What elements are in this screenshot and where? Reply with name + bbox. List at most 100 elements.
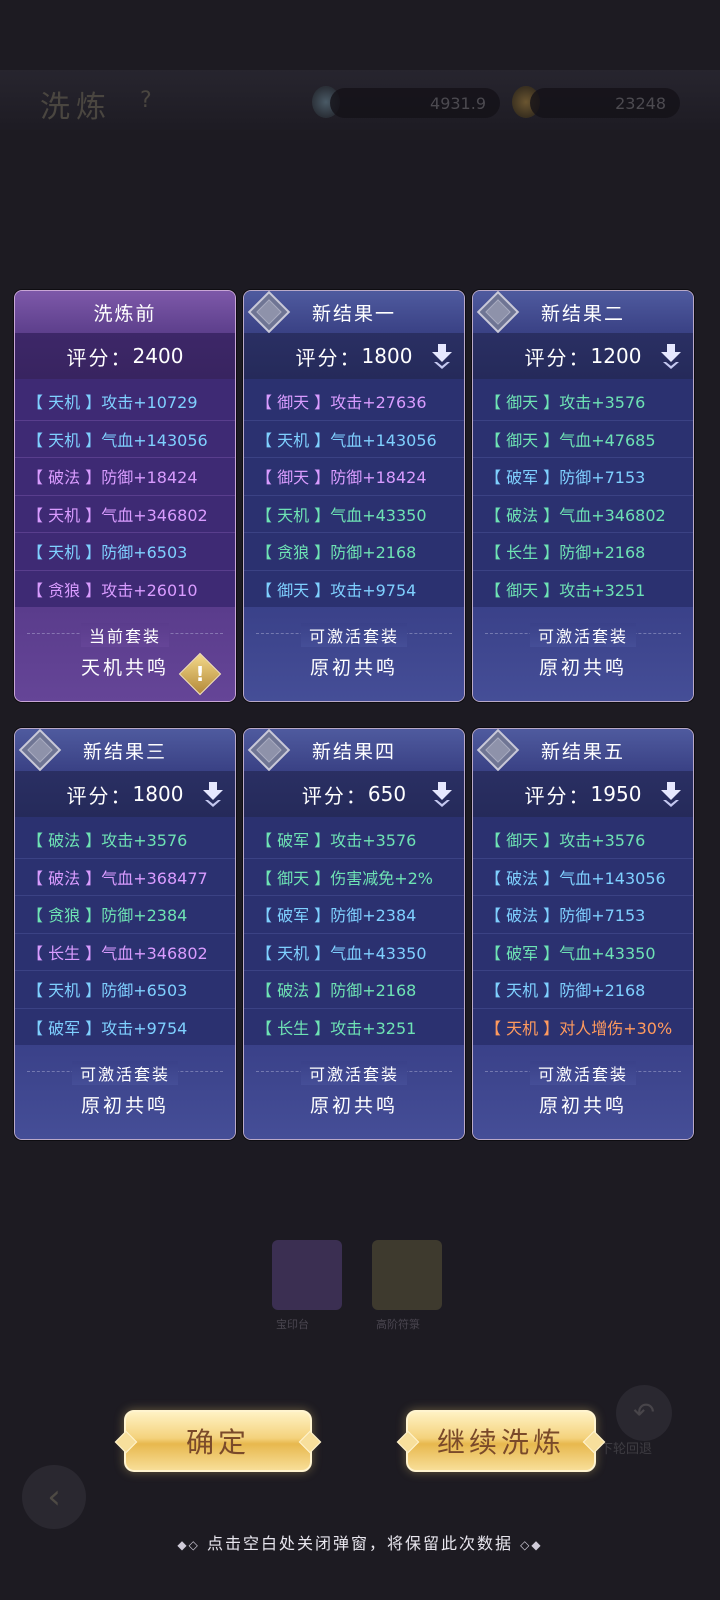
- attribute-value: 气血+143056: [101, 430, 208, 450]
- attribute-tag: 【 天机 】: [27, 430, 102, 450]
- hint-right-ornament-icon: ◇◆: [520, 1538, 543, 1552]
- attribute-value: 防御+2168: [330, 543, 417, 563]
- bg-item-label-b: 高阶符箓: [376, 1318, 420, 1331]
- suit-name: 原初共鸣: [309, 1095, 398, 1117]
- attribute-value: 气血+43350: [330, 943, 427, 963]
- close-hint-text: 点击空白处关闭弹窗，将保留此次数据: [206, 1534, 513, 1553]
- card-title: 新结果一: [244, 291, 464, 334]
- current-result-card: 洗炼前 评分： 2400 【 天机 】攻击+10729 【 天机 】气血+143056 【…: [14, 290, 236, 702]
- suit-name: 原初共鸣: [538, 657, 627, 679]
- score-down-arrow-icon: [661, 344, 681, 369]
- attribute-value: 气血+346802: [559, 505, 666, 525]
- score-down-arrow-icon: [432, 782, 452, 807]
- attribute-value: 防御+18424: [101, 468, 198, 488]
- attribute-tag: 【 天机 】: [485, 1019, 560, 1039]
- attribute-row: 【 破法 】防御+18424: [15, 458, 235, 496]
- attribute-value: 攻击+9754: [330, 581, 417, 601]
- card-title: 洗炼前: [15, 291, 235, 333]
- attribute-row: 【 天机 】对人增伤+30%: [473, 1009, 693, 1047]
- attribute-value: 防御+2384: [101, 906, 188, 926]
- card-title-text: 新结果四: [311, 740, 396, 763]
- attribute-row: 【 御天 】防御+18424: [244, 458, 464, 496]
- score-row: 评分： 1200: [473, 333, 693, 379]
- attribute-tag: 【 御天 】: [485, 831, 560, 851]
- select-checkbox-icon[interactable]: [476, 291, 520, 334]
- attribute-tag: 【 破法 】: [485, 505, 560, 525]
- attribute-list: 【 破军 】攻击+3576 【 御天 】伤害减免+2% 【 破军 】防御+2384 【…: [244, 817, 464, 1050]
- new-result-card[interactable]: 新结果四 评分： 650 【 破军 】攻击+3576 【 御天 】伤害减免+2% 【 破军…: [243, 728, 465, 1140]
- attribute-value: 攻击+3576: [101, 831, 188, 851]
- attribute-row: 【 破法 】气血+346802: [473, 496, 693, 533]
- attribute-row: 【 贪狼 】防御+2384: [15, 896, 235, 934]
- bg-item-icon-a: [272, 1240, 342, 1310]
- attribute-value: 攻击+27636: [330, 393, 427, 413]
- select-checkbox-icon[interactable]: [247, 729, 291, 772]
- score-down-arrow-icon: [661, 782, 681, 807]
- attribute-value: 攻击+26010: [101, 581, 198, 601]
- card-title: 新结果四: [244, 729, 464, 772]
- attribute-tag: 【 破法 】: [27, 831, 102, 851]
- score-value: 650: [367, 782, 407, 806]
- score-value: 1200: [590, 344, 642, 368]
- score-down-arrow-icon: [432, 344, 452, 369]
- new-result-card[interactable]: 新结果三 评分： 1800 【 破法 】攻击+3576 【 破法 】气血+368477 【…: [14, 728, 236, 1140]
- suit-section: 可激活套装 原初共鸣: [15, 1045, 235, 1139]
- attribute-tag: 【 长生 】: [256, 1019, 331, 1039]
- attribute-tag: 【 长生 】: [27, 943, 102, 963]
- attribute-row: 【 贪狼 】防御+2168: [244, 533, 464, 571]
- score-value: 2400: [132, 344, 184, 368]
- attribute-tag: 【 破军 】: [485, 468, 560, 488]
- new-result-card[interactable]: 新结果一 评分： 1800 【 御天 】攻击+27636 【 天机 】气血+143056…: [243, 290, 465, 702]
- score-row: 评分： 1800: [244, 333, 464, 379]
- score-label: 评分：: [295, 345, 362, 370]
- attribute-tag: 【 御天 】: [256, 868, 331, 888]
- attribute-row: 【 长生 】攻击+3251: [244, 1009, 464, 1047]
- attribute-tag: 【 天机 】: [485, 981, 560, 1001]
- close-hint: ◆◇ 点击空白处关闭弹窗，将保留此次数据 ◇◆: [0, 1530, 720, 1554]
- suit-section: 可激活套装 原初共鸣: [473, 1045, 693, 1139]
- attribute-tag: 【 破法 】: [485, 868, 560, 888]
- suit-section: 当前套装 天机共鸣!: [15, 607, 235, 701]
- select-checkbox-icon[interactable]: [476, 729, 520, 772]
- continue-refine-button[interactable]: 继续洗炼: [406, 1410, 596, 1472]
- attribute-row: 【 破法 】攻击+3576: [15, 821, 235, 859]
- attribute-tag: 【 天机 】: [256, 430, 331, 450]
- score-value: 1950: [590, 782, 642, 806]
- score-row: 评分： 1950: [473, 771, 693, 817]
- confirm-button[interactable]: 确定: [124, 1410, 312, 1472]
- attribute-tag: 【 破法 】: [27, 468, 102, 488]
- card-title-text: 新结果二: [540, 302, 625, 325]
- score-row: 评分： 1800: [15, 771, 235, 817]
- attribute-value: 攻击+10729: [101, 393, 198, 413]
- help-icon: ?: [140, 88, 152, 113]
- attribute-row: 【 御天 】攻击+3576: [473, 383, 693, 421]
- hint-left-ornament-icon: ◆◇: [177, 1538, 200, 1552]
- attribute-value: 气血+43350: [559, 943, 656, 963]
- attribute-row: 【 贪狼 】攻击+26010: [15, 571, 235, 609]
- back-arrow-icon: ‹: [22, 1465, 86, 1529]
- attribute-row: 【 天机 】气血+346802: [15, 496, 235, 533]
- attribute-row: 【 破军 】防御+7153: [473, 458, 693, 496]
- attribute-value: 防御+2168: [559, 543, 646, 563]
- attribute-row: 【 天机 】气血+43350: [244, 496, 464, 533]
- card-title: 新结果五: [473, 729, 693, 772]
- attribute-tag: 【 贪狼 】: [27, 906, 102, 926]
- attribute-tag: 【 御天 】: [485, 581, 560, 601]
- select-checkbox-icon[interactable]: [18, 729, 62, 772]
- attribute-tag: 【 天机 】: [256, 505, 331, 525]
- attribute-value: 攻击+3576: [559, 831, 646, 851]
- attribute-row: 【 破军 】防御+2384: [244, 896, 464, 934]
- new-result-card[interactable]: 新结果二 评分： 1200 【 御天 】攻击+3576 【 御天 】气血+47685 【 …: [472, 290, 694, 702]
- attribute-row: 【 御天 】气血+47685: [473, 421, 693, 458]
- attribute-row: 【 破军 】气血+43350: [473, 934, 693, 971]
- card-title-text: 新结果五: [540, 740, 625, 763]
- score-label: 评分：: [524, 783, 591, 808]
- attribute-tag: 【 御天 】: [485, 430, 560, 450]
- select-checkbox-icon[interactable]: [247, 291, 291, 334]
- attribute-tag: 【 御天 】: [485, 393, 560, 413]
- new-result-card[interactable]: 新结果五 评分： 1950 【 御天 】攻击+3576 【 破法 】气血+143056 【…: [472, 728, 694, 1140]
- attribute-value: 攻击+9754: [101, 1019, 188, 1039]
- attribute-value: 防御+2168: [330, 981, 417, 1001]
- attribute-value: 防御+7153: [559, 906, 646, 926]
- attribute-tag: 【 破法 】: [256, 981, 331, 1001]
